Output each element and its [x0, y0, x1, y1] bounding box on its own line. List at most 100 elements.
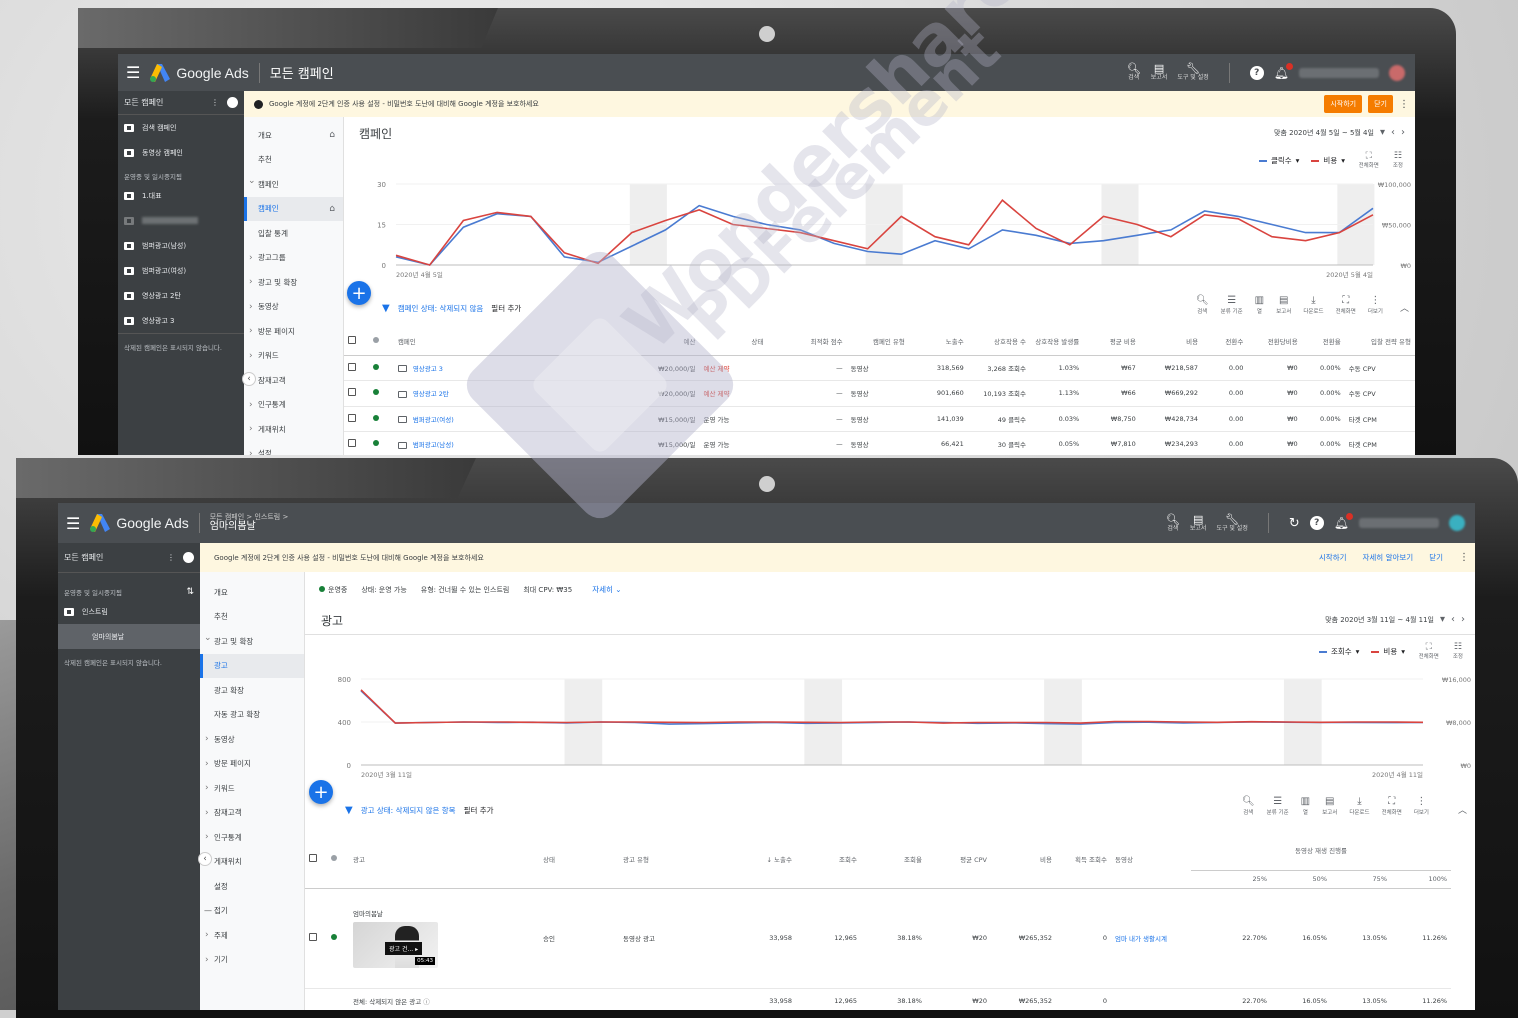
- column-header[interactable]: 광고 유형: [619, 830, 714, 888]
- campaign-name-link[interactable]: 영상광고 3: [394, 355, 564, 381]
- row-checkbox[interactable]: [305, 888, 327, 988]
- columns-button[interactable]: ▥열: [1301, 796, 1310, 816]
- video-link[interactable]: 엄마 내가 생활시계: [1111, 888, 1191, 988]
- search-button[interactable]: 🔍︎검색: [1166, 514, 1180, 533]
- page-menu-item[interactable]: 주제: [200, 923, 304, 948]
- page-menu-item[interactable]: 추천: [200, 605, 304, 630]
- page-menu-item[interactable]: 키워드: [244, 344, 343, 369]
- fullscreen-button[interactable]: ⛶전체화면: [1419, 642, 1439, 660]
- column-header[interactable]: 비용: [1140, 327, 1202, 355]
- more-vert-icon[interactable]: ⋮: [167, 553, 175, 562]
- notifications-button[interactable]: 🔔︎: [1274, 66, 1289, 80]
- filter-icon[interactable]: ▼: [345, 805, 353, 816]
- page-menu-item[interactable]: 개요⌂: [244, 123, 343, 148]
- learn-more-link[interactable]: 자세히 알아보기: [1363, 552, 1414, 563]
- page-menu-item[interactable]: 광고 및 확장: [244, 270, 343, 295]
- adjust-button[interactable]: ☷조정: [1453, 642, 1463, 660]
- table-row[interactable]: 영상광고 2탄₩20,000/일예산 제약—동영상901,66010,193 조…: [344, 381, 1415, 407]
- column-header[interactable]: ↓ 노출수: [714, 830, 796, 888]
- help-icon[interactable]: ?: [1310, 516, 1324, 530]
- page-menu-item[interactable]: 자동 광고 확장: [200, 703, 304, 728]
- sidebar-item-search-campaigns[interactable]: 검색 캠페인: [118, 115, 244, 140]
- tools-button[interactable]: 🔧︎도구 및 설정: [1216, 514, 1247, 533]
- chevron-right-icon[interactable]: ›: [1401, 127, 1405, 138]
- filter-icon[interactable]: ▼: [382, 303, 390, 314]
- page-menu-item[interactable]: 방문 페이지: [200, 752, 304, 777]
- campaign-name-link[interactable]: 범퍼광고(여성): [394, 406, 564, 432]
- start-button[interactable]: 시작하기: [1324, 95, 1362, 113]
- notifications-button[interactable]: 🔔︎: [1334, 516, 1349, 530]
- page-menu-item[interactable]: 개요: [200, 580, 304, 605]
- search-button[interactable]: 🔍︎검색: [1127, 63, 1141, 82]
- page-menu-item[interactable]: 광고 확장: [200, 678, 304, 703]
- collapse-menu-button[interactable]: ‹: [198, 852, 212, 866]
- google-ads-logo[interactable]: Google Ads: [150, 64, 248, 82]
- column-header[interactable]: 평균 비용: [1083, 327, 1140, 355]
- details-link[interactable]: 자세히 ⌄: [592, 584, 621, 595]
- column-header[interactable]: 광고: [349, 830, 539, 888]
- page-menu-item[interactable]: 게재위치: [200, 850, 304, 875]
- page-menu-item[interactable]: 광고 및 확장: [200, 629, 304, 654]
- columns-button[interactable]: ▥열: [1255, 295, 1264, 315]
- ad-cell[interactable]: 엄마의봄날광고 건... ▸05:43: [349, 888, 539, 988]
- page-menu-item[interactable]: 게재위치: [244, 417, 343, 442]
- filter-chip[interactable]: 캠페인 상태: 삭제되지 않음: [398, 303, 484, 314]
- reports-button[interactable]: ▤보고서: [1322, 796, 1337, 816]
- more-vert-button[interactable]: ⋮더보기: [1368, 295, 1383, 315]
- chevron-down-icon[interactable]: ▾: [1440, 614, 1445, 625]
- more-vert-icon[interactable]: ⋮: [1399, 99, 1409, 110]
- column-header[interactable]: 예산: [564, 327, 700, 355]
- page-menu-item[interactable]: 방문 페이지: [244, 319, 343, 344]
- date-range-picker[interactable]: 맞춤 2020년 4월 5일 ~ 5월 4일▾‹›: [1274, 127, 1405, 138]
- page-menu-item[interactable]: 동영상: [244, 295, 343, 320]
- column-header[interactable]: 입찰 전략 유형: [1345, 327, 1415, 355]
- page-menu-item[interactable]: 잠재고객: [244, 368, 343, 393]
- page-menu-item[interactable]: 동영상: [200, 727, 304, 752]
- fullscreen-button[interactable]: ⛶전체화면: [1359, 151, 1379, 169]
- home-icon[interactable]: ⌂: [329, 204, 335, 214]
- column-header[interactable]: 캠페인: [394, 327, 564, 355]
- chevron-left-icon[interactable]: ‹: [1451, 614, 1455, 625]
- collapse-toggle-icon[interactable]: [227, 97, 238, 108]
- reports-button[interactable]: ▤보고서: [1276, 295, 1291, 315]
- download-button[interactable]: ⤓다운로드: [1303, 295, 1323, 315]
- column-header[interactable]: 획득 조회수: [1056, 830, 1111, 888]
- segment-button[interactable]: ☰분류 기준: [1267, 796, 1289, 816]
- metric-selector-clicks[interactable]: 클릭수▾: [1259, 155, 1299, 166]
- chevron-down-icon[interactable]: ▾: [1380, 127, 1385, 138]
- download-button[interactable]: ⤓다운로드: [1349, 796, 1369, 816]
- adjust-button[interactable]: ☷조정: [1393, 151, 1403, 169]
- column-header[interactable]: 캠페인 유형: [847, 327, 909, 355]
- column-header[interactable]: 최적화 점수: [767, 327, 846, 355]
- page-menu-item[interactable]: 접기: [200, 899, 304, 924]
- sidebar-item-campaign[interactable]: 영상광고 3: [118, 308, 244, 333]
- sidebar-header[interactable]: 모든 캠페인⋮: [118, 91, 244, 115]
- column-header[interactable]: 전환수: [1202, 327, 1247, 355]
- row-checkbox[interactable]: [344, 381, 369, 407]
- sidebar-item-campaign[interactable]: 1.대표: [118, 183, 244, 208]
- menu-icon[interactable]: ☰: [66, 514, 80, 533]
- sidebar-item-adgroup[interactable]: 엄마의봄날: [58, 624, 200, 649]
- sidebar-item-campaign[interactable]: 범퍼광고(여성): [118, 258, 244, 283]
- help-icon[interactable]: ?: [1250, 66, 1264, 80]
- refresh-icon[interactable]: ↻: [1289, 516, 1300, 531]
- column-header[interactable]: 조회율: [861, 830, 926, 888]
- column-header[interactable]: 25%: [1191, 870, 1271, 888]
- avatar[interactable]: [1389, 65, 1405, 81]
- account-email[interactable]: [1359, 518, 1439, 528]
- column-header[interactable]: 50%: [1271, 870, 1331, 888]
- metric-selector-views[interactable]: 조회수▾: [1319, 646, 1359, 657]
- search-button[interactable]: 🔍︎검색: [1196, 295, 1209, 315]
- column-header[interactable]: 상태: [699, 327, 767, 355]
- sidebar-item-instream[interactable]: 인스트림: [58, 599, 200, 624]
- collapse-table-icon[interactable]: ︿: [1458, 803, 1467, 816]
- column-header[interactable]: 조회수: [796, 830, 861, 888]
- column-header[interactable]: 노출수: [909, 327, 968, 355]
- column-header[interactable]: 상호작용 수: [968, 327, 1030, 355]
- chevron-right-icon[interactable]: ›: [1461, 614, 1465, 625]
- menu-icon[interactable]: ☰: [126, 63, 140, 82]
- row-checkbox[interactable]: [344, 432, 369, 456]
- add-ad-button[interactable]: +: [309, 780, 333, 804]
- page-menu-item[interactable]: 인구통계: [200, 825, 304, 850]
- breadcrumb[interactable]: 모든 캠페인 > 인스트림 >엄마의봄날: [210, 513, 289, 533]
